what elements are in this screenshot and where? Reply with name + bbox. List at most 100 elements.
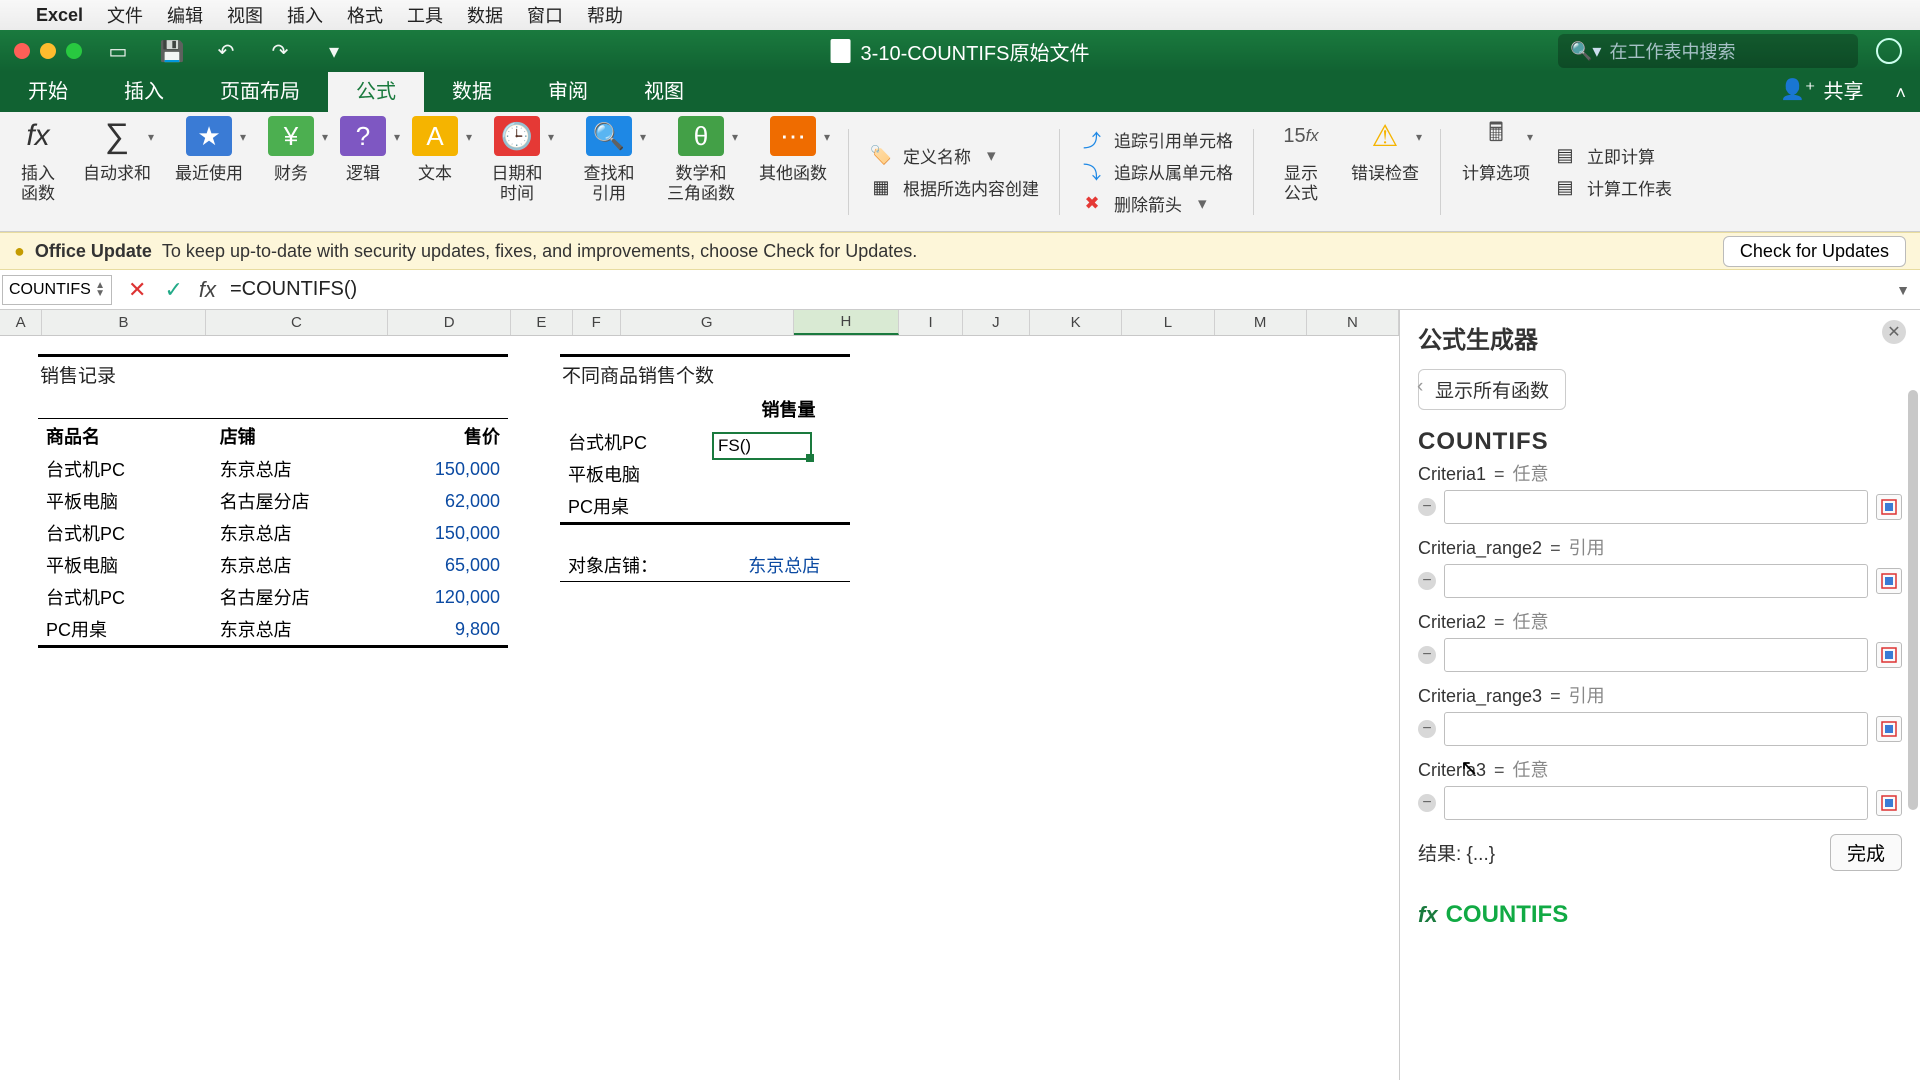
col-head-C[interactable]: C — [206, 310, 389, 335]
text-button[interactable]: A▾ 文本 — [402, 112, 468, 231]
remove-arg-icon[interactable]: − — [1418, 572, 1436, 590]
expand-formula-bar-icon[interactable]: ▼ — [1896, 282, 1910, 298]
col-head-F[interactable]: F — [573, 310, 621, 335]
finance-button[interactable]: ¥▾ 财务 — [258, 112, 324, 231]
name-box-stepper-icon[interactable]: ▲▼ — [95, 282, 105, 298]
table-row[interactable]: 台式机PC东京总店150,000 — [38, 517, 508, 549]
col-head-G[interactable]: G — [621, 310, 794, 335]
logic-button[interactable]: ?▾ 逻辑 — [330, 112, 396, 231]
close-panel-icon[interactable]: ✕ — [1882, 320, 1906, 344]
col-head-D[interactable]: D — [388, 310, 511, 335]
cancel-edit-icon[interactable]: ✕ — [128, 277, 146, 303]
menu-file[interactable]: 文件 — [107, 2, 143, 28]
col-head-I[interactable]: I — [899, 310, 962, 335]
table-row[interactable]: 台式机PC东京总店150,000 — [38, 453, 508, 485]
create-from-selection-button[interactable]: ▦根据所选内容创建 — [869, 173, 1039, 203]
range-picker-icon[interactable] — [1876, 494, 1902, 520]
tab-formulas[interactable]: 公式 — [328, 67, 424, 112]
column-headers[interactable]: ABCDEFGHIJKLMN — [0, 310, 1399, 336]
menu-data[interactable]: 数据 — [467, 2, 503, 28]
insert-function-button[interactable]: fx 插入 函数 — [8, 112, 68, 231]
range-picker-icon[interactable] — [1876, 790, 1902, 816]
arg-input-3[interactable] — [1444, 712, 1868, 746]
tab-data[interactable]: 数据 — [424, 67, 520, 112]
table-row[interactable]: PC用桌 — [560, 490, 850, 522]
table-row[interactable]: PC用桌东京总店9,800 — [38, 613, 508, 645]
panel-scrollbar[interactable] — [1908, 390, 1918, 810]
show-all-functions-button[interactable]: 显示所有函数 — [1418, 369, 1566, 410]
trace-precedents-button[interactable]: ⤴追踪引用单元格 — [1080, 125, 1233, 155]
redo-icon[interactable]: ↷ — [262, 37, 298, 65]
undo-icon[interactable]: ↶ — [208, 37, 244, 65]
fill-handle[interactable] — [806, 454, 814, 462]
arg-input-2[interactable] — [1444, 638, 1868, 672]
range-picker-icon[interactable] — [1876, 716, 1902, 742]
autosum-button[interactable]: ∑▾ 自动求和 — [74, 112, 160, 231]
name-box[interactable]: COUNTIFS ▲▼ — [2, 275, 112, 305]
arg-input-0[interactable] — [1444, 490, 1868, 524]
datetime-button[interactable]: 🕒▾ 日期和 时间 — [474, 112, 560, 231]
math-button[interactable]: θ▾ 数学和 三角函数 — [658, 112, 744, 231]
show-formulas-button[interactable]: 15fx 显示 公式 — [1266, 112, 1336, 231]
page-icon[interactable]: ▭ — [100, 37, 136, 65]
share-button[interactable]: 👤⁺共享 — [1762, 67, 1881, 112]
save-icon[interactable]: 💾 — [154, 37, 190, 65]
col-head-H[interactable]: H — [794, 310, 900, 335]
menu-tools[interactable]: 工具 — [407, 2, 443, 28]
remove-arg-icon[interactable]: − — [1418, 498, 1436, 516]
col-head-E[interactable]: E — [511, 310, 573, 335]
trace-dependents-button[interactable]: ⤵追踪从属单元格 — [1080, 157, 1233, 187]
confirm-edit-icon[interactable]: ✓ — [164, 277, 182, 303]
check-updates-button[interactable]: Check for Updates — [1723, 236, 1906, 267]
tab-review[interactable]: 审阅 — [520, 67, 616, 112]
tab-view[interactable]: 视图 — [616, 67, 712, 112]
menu-edit[interactable]: 编辑 — [167, 2, 203, 28]
tab-layout[interactable]: 页面布局 — [192, 67, 328, 112]
zoom-window-icon[interactable] — [66, 43, 82, 59]
remove-arrows-button[interactable]: ✖删除箭头▾ — [1080, 189, 1233, 219]
col-head-M[interactable]: M — [1215, 310, 1307, 335]
error-check-button[interactable]: ⚠▾ 错误检查 — [1342, 112, 1428, 231]
lookup-button[interactable]: 🔍▾ 查找和 引用 — [566, 112, 652, 231]
done-button[interactable]: 完成 — [1830, 834, 1902, 871]
worksheet[interactable]: ABCDEFGHIJKLMN 销售记录 商品名 店铺 售价 台式机PC东京总店1… — [0, 310, 1400, 1080]
col-head-N[interactable]: N — [1307, 310, 1399, 335]
calc-now-button[interactable]: ▤立即计算 — [1553, 141, 1672, 171]
menu-window[interactable]: 窗口 — [527, 2, 563, 28]
table-row[interactable]: 平板电脑东京总店65,000 — [38, 549, 508, 581]
col-head-J[interactable]: J — [963, 310, 1030, 335]
collapse-ribbon-icon[interactable]: ˄ — [1881, 75, 1920, 112]
col-head-B[interactable]: B — [42, 310, 205, 335]
remove-arg-icon[interactable]: − — [1418, 646, 1436, 664]
menu-insert[interactable]: 插入 — [287, 2, 323, 28]
tab-home[interactable]: 开始 — [0, 67, 96, 112]
close-window-icon[interactable] — [14, 43, 30, 59]
workbook-search[interactable]: 🔍▾ 在工作表中搜索 — [1558, 34, 1858, 68]
col-head-L[interactable]: L — [1122, 310, 1214, 335]
table-row[interactable]: 台式机PC名古屋分店120,000 — [38, 581, 508, 613]
calc-options-button[interactable]: 🖩▾ 计算选项 — [1453, 112, 1539, 231]
formula-text[interactable]: =COUNTIFS() — [230, 278, 357, 301]
other-button[interactable]: ⋯▾ 其他函数 — [750, 112, 836, 231]
arg-input-1[interactable] — [1444, 564, 1868, 598]
arg-input-4[interactable] — [1444, 786, 1868, 820]
active-cell[interactable]: FS() — [712, 432, 812, 460]
menu-format[interactable]: 格式 — [347, 2, 383, 28]
feedback-icon[interactable] — [1876, 38, 1902, 64]
minimize-window-icon[interactable] — [40, 43, 56, 59]
calc-sheet-button[interactable]: ▤计算工作表 — [1553, 173, 1672, 203]
menu-help[interactable]: 帮助 — [587, 2, 623, 28]
qat-dropdown-icon[interactable]: ▾ — [316, 37, 352, 65]
define-name-button[interactable]: 🏷️定义名称▾ — [869, 141, 1039, 171]
table-row[interactable]: 平板电脑 — [560, 458, 850, 490]
col-head-K[interactable]: K — [1030, 310, 1122, 335]
fx-label-icon[interactable]: fx — [199, 277, 216, 303]
range-picker-icon[interactable] — [1876, 568, 1902, 594]
recent-button[interactable]: ★▾ 最近使用 — [166, 112, 252, 231]
col-head-A[interactable]: A — [0, 310, 42, 335]
remove-arg-icon[interactable]: − — [1418, 794, 1436, 812]
table-row[interactable]: 平板电脑名古屋分店62,000 — [38, 485, 508, 517]
range-picker-icon[interactable] — [1876, 642, 1902, 668]
menu-view[interactable]: 视图 — [227, 2, 263, 28]
remove-arg-icon[interactable]: − — [1418, 720, 1436, 738]
